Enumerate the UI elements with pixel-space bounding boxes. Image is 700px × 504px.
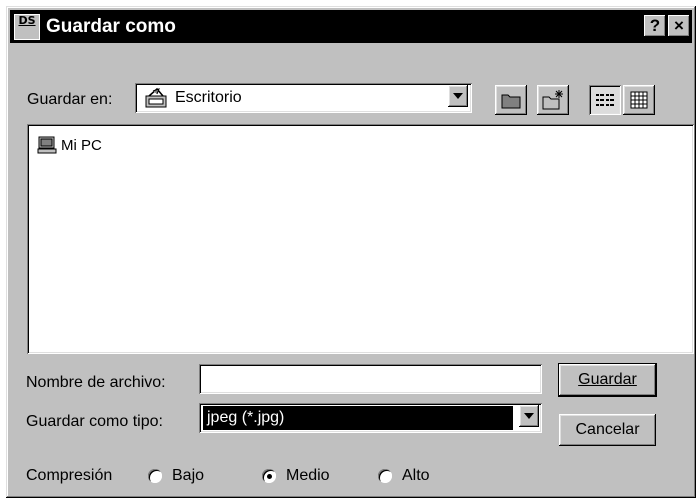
radio-medium[interactable] — [262, 469, 276, 483]
save-as-dialog: DS Guardar como ? × Guardar en: Escritor… — [6, 6, 696, 498]
cancel-button[interactable]: Cancelar — [559, 414, 656, 446]
save-in-value: Escritorio — [175, 89, 242, 106]
close-button[interactable]: × — [668, 15, 690, 37]
radio-high[interactable] — [378, 469, 392, 483]
save-button[interactable]: Guardar — [559, 364, 656, 396]
dialog-title: Guardar como — [46, 16, 176, 37]
details-view-icon — [630, 91, 648, 109]
radio-medium-label[interactable]: Medio — [286, 467, 330, 485]
filetype-label: Guardar como tipo: — [26, 413, 163, 430]
up-folder-icon — [501, 94, 521, 109]
filetype-value: jpeg (*.jpg) — [202, 405, 514, 431]
app-icon: DS — [14, 14, 40, 40]
new-folder-button[interactable] — [537, 85, 569, 115]
chevron-down-icon[interactable] — [519, 405, 539, 427]
filename-label: Nombre de archivo: — [26, 374, 166, 391]
compression-label: Compresión — [26, 467, 113, 484]
filetype-dropdown[interactable]: jpeg (*.jpg) — [199, 403, 542, 433]
list-item-label: Mi PC — [61, 136, 102, 154]
save-in-dropdown[interactable]: Escritorio — [135, 83, 472, 113]
filename-input[interactable] — [199, 364, 542, 394]
list-view-button[interactable] — [589, 85, 621, 115]
new-folder-icon — [542, 90, 563, 110]
list-view-icon — [596, 94, 614, 106]
title-bar[interactable]: DS Guardar como ? × — [10, 10, 692, 43]
file-list[interactable]: Mi PC — [27, 124, 694, 354]
save-in-label: Guardar en: — [27, 91, 113, 108]
desktop-icon — [143, 87, 169, 114]
radio-low[interactable] — [148, 469, 162, 483]
radio-high-label[interactable]: Alto — [402, 467, 430, 485]
my-computer-icon — [37, 136, 57, 154]
details-view-button[interactable] — [623, 85, 655, 115]
radio-low-label[interactable]: Bajo — [172, 467, 204, 485]
chevron-down-icon[interactable] — [448, 85, 468, 107]
help-button[interactable]: ? — [644, 15, 666, 37]
list-item[interactable]: Mi PC — [37, 136, 102, 154]
up-folder-button[interactable] — [495, 85, 527, 115]
